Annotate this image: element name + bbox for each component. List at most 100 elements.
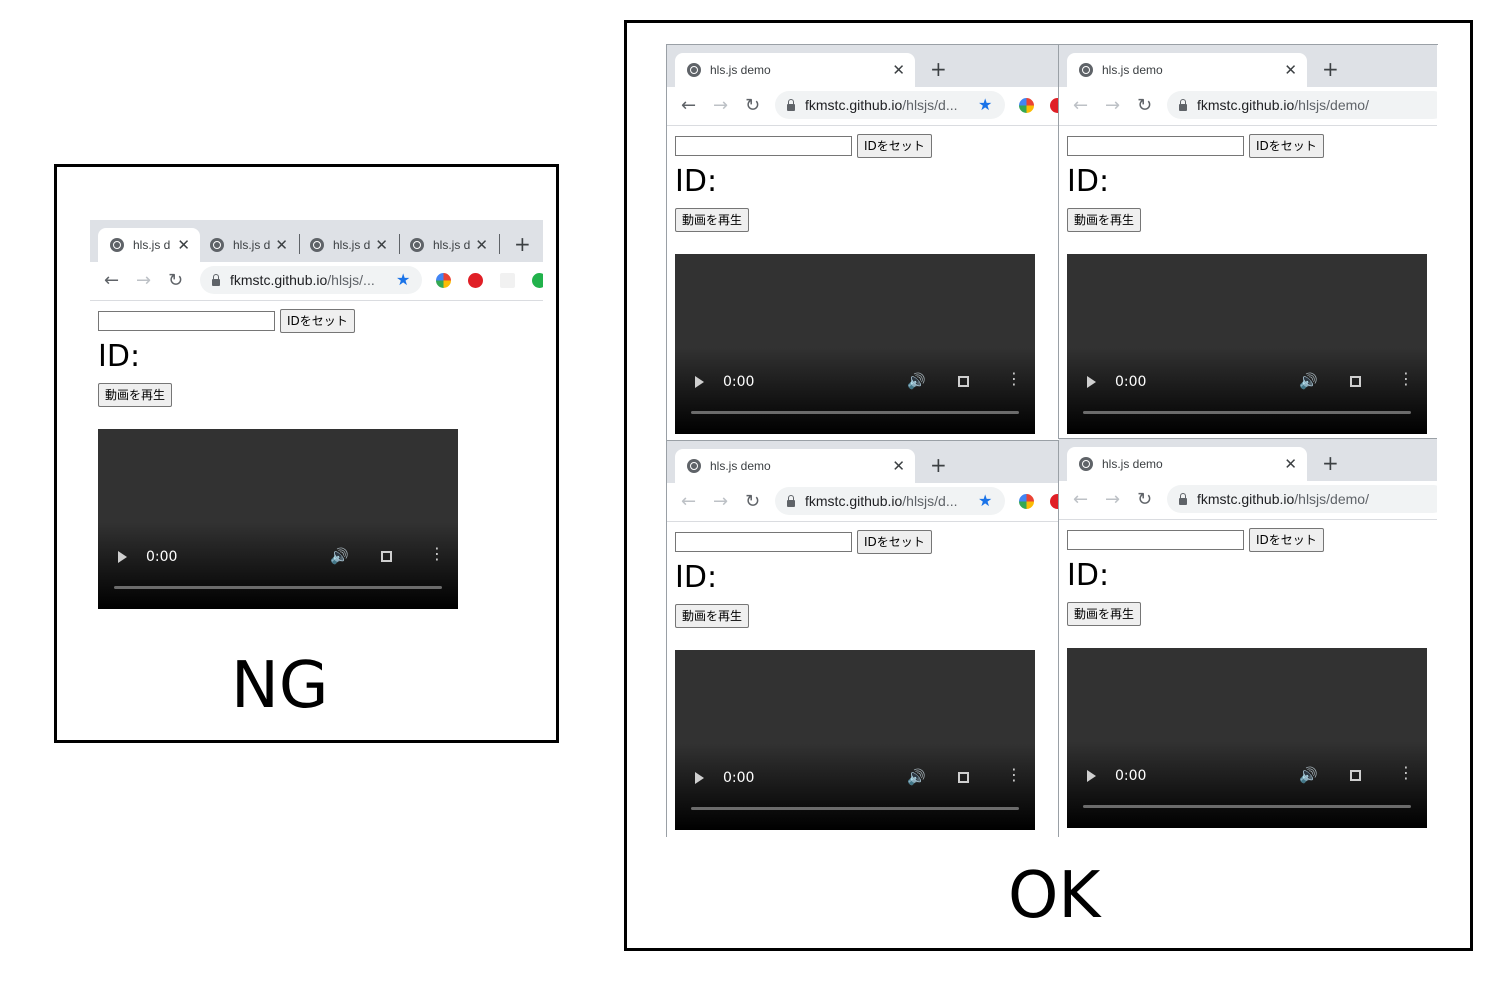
address-bar[interactable]: fkmstc.github.io/hlsjs/d... ★ (775, 487, 1005, 515)
forward-arrow-icon[interactable]: → (1105, 489, 1120, 511)
tab-2[interactable]: hls.js d ✕ (198, 228, 298, 262)
id-input[interactable] (98, 311, 275, 331)
plus-icon[interactable]: + (514, 230, 531, 258)
forward-arrow-icon[interactable]: → (136, 270, 151, 292)
plus-icon[interactable]: + (930, 55, 947, 83)
fullscreen-icon[interactable] (1350, 770, 1361, 781)
extension-icon[interactable] (468, 273, 483, 288)
forward-arrow-icon[interactable]: → (1105, 95, 1120, 117)
close-icon[interactable]: ✕ (275, 236, 288, 254)
close-icon[interactable]: ✕ (1284, 455, 1297, 473)
fullscreen-icon[interactable] (381, 551, 392, 562)
tab-1[interactable]: hls.js demo ✕ (675, 449, 915, 483)
id-input[interactable] (1067, 530, 1244, 550)
volume-icon[interactable]: 🔊 (907, 372, 926, 390)
forward-arrow-icon[interactable]: → (713, 95, 728, 117)
video-player[interactable]: 0:00 🔊 ⋮ (675, 650, 1035, 830)
play-icon[interactable] (118, 551, 127, 563)
id-input[interactable] (1067, 136, 1244, 156)
video-progress-bar[interactable] (1083, 411, 1411, 414)
volume-icon[interactable]: 🔊 (907, 768, 926, 786)
reload-icon[interactable]: ↻ (1137, 95, 1152, 117)
set-id-button[interactable]: IDをセット (1249, 134, 1324, 158)
video-progress-bar[interactable] (691, 807, 1019, 810)
star-icon[interactable]: ★ (978, 487, 992, 515)
tab-1[interactable]: hls.js demo ✕ (1067, 53, 1307, 87)
more-vert-icon[interactable]: ⋮ (1398, 765, 1414, 781)
set-id-button[interactable]: IDをセット (857, 530, 932, 554)
play-icon[interactable] (1087, 376, 1096, 388)
back-arrow-icon[interactable]: ← (681, 491, 696, 513)
extension-icon[interactable] (1019, 98, 1034, 113)
tab-title: hls.js d (333, 238, 371, 252)
fullscreen-icon[interactable] (958, 772, 969, 783)
play-video-button[interactable]: 動画を再生 (98, 383, 173, 407)
play-icon[interactable] (695, 376, 704, 388)
extension-icon[interactable] (1019, 494, 1034, 509)
close-icon[interactable]: ✕ (892, 61, 905, 79)
play-video-button[interactable]: 動画を再生 (675, 208, 750, 232)
forward-arrow-icon[interactable]: → (713, 491, 728, 513)
address-bar[interactable]: fkmstc.github.io/hlsjs/demo/ (1167, 485, 1437, 513)
tab-strip: hls.js demo ✕ + (1059, 439, 1437, 481)
reload-icon[interactable]: ↻ (745, 95, 760, 117)
volume-icon[interactable]: 🔊 (330, 547, 349, 565)
close-icon[interactable]: ✕ (177, 236, 190, 254)
play-video-button[interactable]: 動画を再生 (675, 604, 750, 628)
fullscreen-icon[interactable] (958, 376, 969, 387)
video-player[interactable]: 0:00 🔊 ⋮ (98, 429, 458, 609)
play-video-button[interactable]: 動画を再生 (1067, 208, 1142, 232)
back-arrow-icon[interactable]: ← (1073, 489, 1088, 511)
back-arrow-icon[interactable]: ← (681, 95, 696, 117)
address-bar[interactable]: fkmstc.github.io/hlsjs/... ★ (200, 266, 422, 294)
plus-icon[interactable]: + (930, 451, 947, 479)
address-bar[interactable]: fkmstc.github.io/hlsjs/demo/ (1167, 91, 1437, 119)
reload-icon[interactable]: ↻ (1137, 489, 1152, 511)
star-icon[interactable]: ★ (396, 266, 410, 294)
video-progress-bar[interactable] (691, 411, 1019, 414)
set-id-button[interactable]: IDをセット (857, 134, 932, 158)
more-vert-icon[interactable]: ⋮ (1398, 371, 1414, 387)
extension-icon[interactable] (532, 273, 543, 288)
fullscreen-icon[interactable] (1350, 376, 1361, 387)
video-player[interactable]: 0:00 🔊 ⋮ (1067, 254, 1427, 434)
tab-1[interactable]: hls.js demo ✕ (1067, 447, 1307, 481)
extension-icon[interactable] (500, 273, 515, 288)
close-icon[interactable]: ✕ (375, 236, 388, 254)
more-vert-icon[interactable]: ⋮ (1006, 371, 1022, 387)
video-player[interactable]: 0:00 🔊 ⋮ (675, 254, 1035, 434)
volume-icon[interactable]: 🔊 (1299, 372, 1318, 390)
id-input[interactable] (675, 136, 852, 156)
toolbar: ← → ↻ fkmstc.github.io/hlsjs/... ★ (90, 262, 543, 301)
tab-3[interactable]: hls.js d ✕ (298, 228, 398, 262)
set-id-button[interactable]: IDをセット (1249, 528, 1324, 552)
video-player[interactable]: 0:00 🔊 ⋮ (1067, 648, 1427, 828)
close-icon[interactable]: ✕ (892, 457, 905, 475)
video-progress-bar[interactable] (114, 586, 442, 589)
set-id-button[interactable]: IDをセット (280, 309, 355, 333)
play-icon[interactable] (1087, 770, 1096, 782)
id-input[interactable] (675, 532, 852, 552)
volume-icon[interactable]: 🔊 (1299, 766, 1318, 784)
play-video-button[interactable]: 動画を再生 (1067, 602, 1142, 626)
play-icon[interactable] (695, 772, 704, 784)
extension-icon[interactable] (1050, 494, 1058, 509)
tab-1[interactable]: hls.js d ✕ (98, 228, 200, 262)
plus-icon[interactable]: + (1322, 55, 1339, 83)
close-icon[interactable]: ✕ (1284, 61, 1297, 79)
video-progress-bar[interactable] (1083, 805, 1411, 808)
more-vert-icon[interactable]: ⋮ (429, 546, 445, 562)
star-icon[interactable]: ★ (978, 91, 992, 119)
tab-1[interactable]: hls.js demo ✕ (675, 53, 915, 87)
address-bar[interactable]: fkmstc.github.io/hlsjs/d... ★ (775, 91, 1005, 119)
tab-4[interactable]: hls.js d ✕ (398, 228, 498, 262)
reload-icon[interactable]: ↻ (168, 270, 183, 292)
back-arrow-icon[interactable]: ← (1073, 95, 1088, 117)
close-icon[interactable]: ✕ (475, 236, 488, 254)
reload-icon[interactable]: ↻ (745, 491, 760, 513)
more-vert-icon[interactable]: ⋮ (1006, 767, 1022, 783)
extension-icon[interactable] (1050, 98, 1058, 113)
plus-icon[interactable]: + (1322, 449, 1339, 477)
back-arrow-icon[interactable]: ← (104, 270, 119, 292)
extension-icon[interactable] (436, 273, 451, 288)
